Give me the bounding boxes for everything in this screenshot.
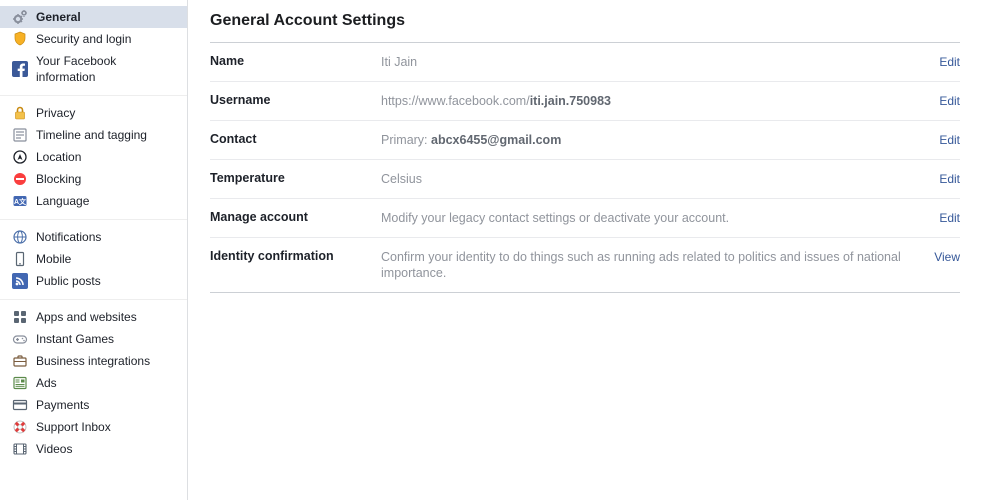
settings-sidebar: General Security and login Your Facebook… [0,0,188,500]
row-value: Modify your legacy contact settings or d… [381,210,939,226]
nav-label: Language [36,193,177,209]
nav-label: Apps and websites [36,309,177,325]
location-icon [12,149,28,165]
edit-link-manage[interactable]: Edit [939,210,960,225]
row-label: Name [210,54,381,68]
contact-primary-label: Primary: [381,133,431,147]
gears-icon [12,9,28,25]
nav-item-support[interactable]: Support Inbox [0,416,187,438]
nav-label: Support Inbox [36,419,177,435]
nav-item-videos[interactable]: Videos [0,438,187,460]
settings-table: Name Iti Jain Edit Username https://www.… [210,42,960,293]
nav-item-business[interactable]: Business integrations [0,350,187,372]
main-content: General Account Settings Name Iti Jain E… [188,0,986,500]
nav-label: Privacy [36,105,177,121]
edit-link-username[interactable]: Edit [939,93,960,108]
nav-item-blocking[interactable]: Blocking [0,168,187,190]
apps-icon [12,309,28,325]
row-label: Identity confirmation [210,249,381,263]
nav-item-mobile[interactable]: Mobile [0,248,187,270]
row-value: Iti Jain [381,54,939,70]
briefcase-icon [12,353,28,369]
film-icon [12,441,28,457]
nav-label: General [36,9,177,25]
edit-link-contact[interactable]: Edit [939,132,960,147]
shield-icon [12,31,28,47]
nav-label: Payments [36,397,177,413]
nav-item-apps[interactable]: Apps and websites [0,306,187,328]
nav-group-3: Notifications Mobile Public posts [0,219,187,296]
edit-link-temperature[interactable]: Edit [939,171,960,186]
blocking-icon [12,171,28,187]
timeline-icon [12,127,28,143]
ads-icon [12,375,28,391]
row-label: Contact [210,132,381,146]
nav-label: Instant Games [36,331,177,347]
credit-card-icon [12,397,28,413]
nav-label: Public posts [36,273,177,289]
lock-icon [12,105,28,121]
globe-icon [12,229,28,245]
row-label: Username [210,93,381,107]
nav-label: Timeline and tagging [36,127,177,143]
nav-item-language[interactable]: A文 Language [0,190,187,212]
nav-item-instant-games[interactable]: Instant Games [0,328,187,350]
row-identity: Identity confirmation Confirm your ident… [210,238,960,293]
edit-link-name[interactable]: Edit [939,54,960,69]
nav-item-general[interactable]: General [0,6,187,28]
nav-label: Ads [36,375,177,391]
facebook-f-icon [12,61,28,77]
row-contact: Contact Primary: abcx6455@gmail.com Edit [210,121,960,160]
row-value: Confirm your identity to do things such … [381,249,934,281]
row-label: Manage account [210,210,381,224]
nav-item-privacy[interactable]: Privacy [0,102,187,124]
nav-group-4: Apps and websites Instant Games Business… [0,299,187,464]
nav-group-2: Privacy Timeline and tagging Location Bl… [0,95,187,216]
nav-label: Videos [36,441,177,457]
mobile-icon [12,251,28,267]
svg-text:A文: A文 [14,197,27,206]
row-label: Temperature [210,171,381,185]
nav-label: Business integrations [36,353,177,369]
nav-label: Mobile [36,251,177,267]
rss-icon [12,273,28,289]
nav-label: Location [36,149,177,165]
nav-label: Blocking [36,171,177,187]
view-link-identity[interactable]: View [934,249,960,264]
row-username: Username https://www.facebook.com/iti.ja… [210,82,960,121]
nav-label: Security and login [36,31,177,47]
nav-item-payments[interactable]: Payments [0,394,187,416]
nav-label: Your Facebook information [36,53,177,85]
nav-item-security[interactable]: Security and login [0,28,187,50]
nav-item-timeline[interactable]: Timeline and tagging [0,124,187,146]
lifering-icon [12,419,28,435]
row-temperature: Temperature Celsius Edit [210,160,960,199]
username-prefix: https://www.facebook.com/ [381,94,530,108]
nav-item-your-info[interactable]: Your Facebook information [0,50,187,88]
nav-item-notifications[interactable]: Notifications [0,226,187,248]
gamepad-icon [12,331,28,347]
row-value: Celsius [381,171,939,187]
nav-item-location[interactable]: Location [0,146,187,168]
row-value: https://www.facebook.com/iti.jain.750983 [381,93,939,109]
nav-item-public-posts[interactable]: Public posts [0,270,187,292]
row-value: Primary: abcx6455@gmail.com [381,132,939,148]
row-name: Name Iti Jain Edit [210,43,960,82]
row-manage-account: Manage account Modify your legacy contac… [210,199,960,238]
language-icon: A文 [12,193,28,209]
page-title: General Account Settings [210,12,960,30]
nav-group-1: General Security and login Your Facebook… [0,2,187,92]
nav-label: Notifications [36,229,177,245]
nav-item-ads[interactable]: Ads [0,372,187,394]
contact-email: abcx6455@gmail.com [431,133,561,147]
username-slug: iti.jain.750983 [530,94,611,108]
